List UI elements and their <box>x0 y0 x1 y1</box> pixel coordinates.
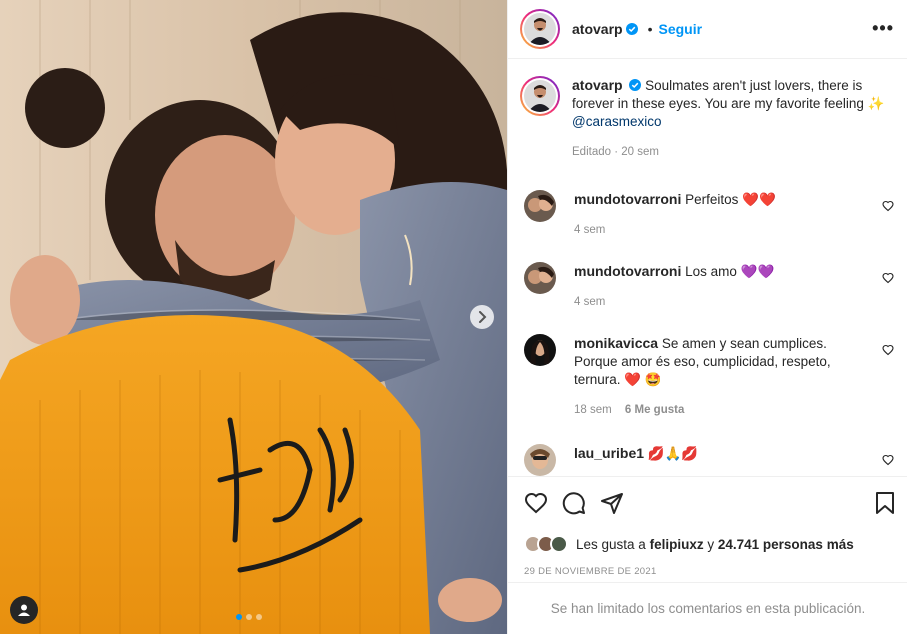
comment-time[interactable]: 4 sem <box>574 224 605 236</box>
commenter-avatar[interactable] <box>524 190 556 222</box>
comment-meta: 18 sem 6 Me gusta <box>574 401 874 419</box>
comment-item: mundotovarroni Los amo 💜💜 4 sem <box>524 262 904 311</box>
comment-username[interactable]: lau_uribe1 <box>574 445 644 461</box>
post-details-panel: atovarp • Seguir ••• atovarp Soulmates a… <box>507 0 907 634</box>
comment-text: Los amo 💜💜 <box>685 264 775 279</box>
comment-like-heart-icon[interactable] <box>882 200 894 212</box>
chevron-right-icon <box>479 311 487 323</box>
caption-time[interactable]: 20 sem <box>621 146 659 158</box>
comment-text: Perfeitos ❤️❤️ <box>685 192 776 207</box>
comment-bubble-icon[interactable] <box>562 491 586 515</box>
comment-text: 💋🙏💋 <box>647 446 699 461</box>
commenter-avatar-image <box>524 262 556 294</box>
liker-username[interactable]: felipiuxz <box>650 537 704 552</box>
comment-time[interactable]: 4 sem <box>574 296 605 308</box>
user-icon <box>18 604 30 616</box>
commenter-avatar[interactable] <box>524 262 556 294</box>
carousel-indicator <box>236 614 262 620</box>
post-actions: Les gusta a felipiuxz y 24.741 personas … <box>508 476 907 581</box>
commenter-avatar[interactable] <box>524 444 556 476</box>
caption-avatar-image <box>524 80 556 112</box>
next-photo-button[interactable] <box>470 305 494 329</box>
comment-time[interactable]: 18 sem <box>574 404 612 416</box>
likes-prefix: Les gusta a <box>576 536 646 552</box>
comment-meta: 4 sem <box>574 221 874 239</box>
comments-limited-notice: Se han limitado los comentarios en esta … <box>508 582 907 634</box>
author-avatar[interactable] <box>520 9 560 49</box>
carousel-dot <box>256 614 262 620</box>
commenter-avatar-image <box>524 334 556 366</box>
caption-meta: Editado · 20 sem <box>572 146 659 158</box>
verified-badge-icon <box>629 79 642 91</box>
liker-avatars <box>524 535 568 553</box>
commenter-avatar-image <box>524 190 556 222</box>
comments-list[interactable]: atovarp Soulmates aren't just lovers, th… <box>508 60 907 476</box>
post-header: atovarp • Seguir ••• <box>508 0 907 59</box>
comment-likes-count[interactable]: 6 Me gusta <box>625 404 684 416</box>
likes-conjunction: y <box>707 536 715 552</box>
bookmark-icon <box>876 492 894 514</box>
share-paper-plane-icon[interactable] <box>600 491 624 515</box>
verified-badge-icon <box>625 23 638 35</box>
like-heart-icon[interactable] <box>524 491 548 515</box>
comment-like-heart-icon[interactable] <box>882 272 894 284</box>
comment-item: lau_uribe1 💋🙏💋 <box>524 444 904 476</box>
follow-button[interactable]: Seguir <box>658 21 702 37</box>
post-caption: atovarp Soulmates aren't just lovers, th… <box>520 76 900 161</box>
commenter-avatar-image <box>524 444 556 476</box>
comment-meta: 4 sem <box>574 293 874 311</box>
caption-avatar[interactable] <box>520 76 560 116</box>
likes-summary: Les gusta a felipiuxz y 24.741 personas … <box>524 535 854 553</box>
caption-mention-link[interactable]: @carasmexico <box>572 114 661 129</box>
likes-count-link[interactable]: 24.741 personas más <box>718 537 854 552</box>
comment-like-heart-icon[interactable] <box>882 344 894 356</box>
comment-item: mundotovarroni Perfeitos ❤️❤️ 4 sem <box>524 190 904 239</box>
comment-username[interactable]: monikavicca <box>574 335 658 351</box>
caption-username[interactable]: atovarp <box>572 77 623 93</box>
author-username[interactable]: atovarp <box>572 21 623 37</box>
liker-avatar <box>550 535 568 553</box>
save-button[interactable] <box>874 491 896 515</box>
tagged-users-button[interactable] <box>10 596 38 624</box>
carousel-dot <box>246 614 252 620</box>
more-options-button[interactable]: ••• <box>872 18 894 39</box>
commenter-avatar[interactable] <box>524 334 556 366</box>
carousel-dot <box>236 614 242 620</box>
comment-username[interactable]: mundotovarroni <box>574 263 681 279</box>
header-separator: • <box>647 21 653 37</box>
comment-like-heart-icon[interactable] <box>882 454 894 466</box>
edited-label: Editado <box>572 146 612 158</box>
post-photo[interactable] <box>0 0 507 634</box>
post-image <box>0 0 507 634</box>
post-date[interactable]: 29 DE NOVIEMBRE DE 2021 <box>524 566 657 577</box>
comment-item: monikavicca Se amen y sean cumplices. Po… <box>524 334 904 419</box>
author-avatar-image <box>524 13 556 45</box>
comment-username[interactable]: mundotovarroni <box>574 191 681 207</box>
